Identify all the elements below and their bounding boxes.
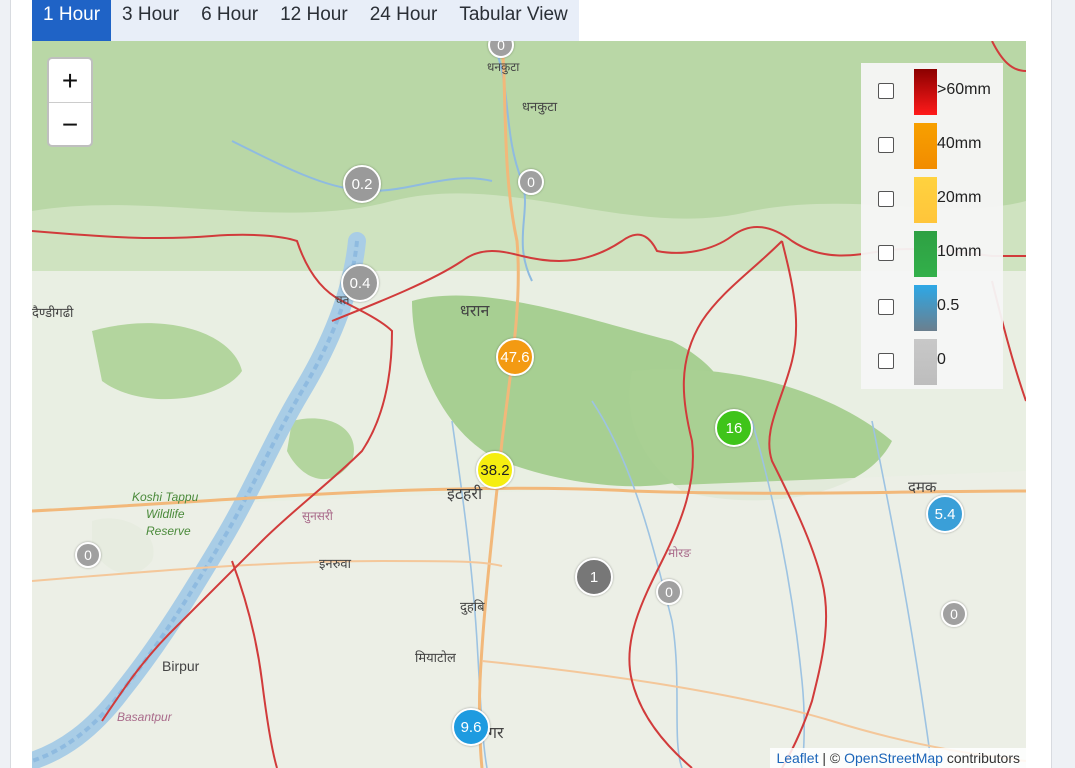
tab-12-hour[interactable]: 12 Hour: [269, 0, 359, 41]
legend-label: 20mm: [937, 189, 982, 206]
rainfall-map[interactable]: + − धनकुटा धनकुटा धरान इटहरी सुनसरी इनरु…: [32, 41, 1026, 768]
tab-tabular-view[interactable]: Tabular View: [448, 0, 578, 41]
rainfall-legend: >60mm 40mm 20mm 10mm 0.5 0: [861, 63, 1003, 389]
legend-row: 0.5: [861, 281, 1003, 335]
place-label-damak: दमक: [908, 479, 937, 496]
place-label-dharan: धरान: [460, 303, 490, 320]
legend-checkbox[interactable]: [878, 83, 894, 99]
legend-swatch: [914, 285, 937, 331]
tab-24-hour[interactable]: 24 Hour: [359, 0, 449, 41]
legend-swatch: [914, 339, 937, 385]
station-marker[interactable]: 0: [518, 169, 544, 195]
tab-1-hour[interactable]: 1 Hour: [32, 0, 112, 41]
station-marker[interactable]: 0: [75, 542, 101, 568]
place-label-itahari: इटहरी: [447, 486, 483, 503]
station-marker[interactable]: 0.2: [343, 165, 381, 203]
zoom-out-button[interactable]: −: [49, 103, 91, 146]
place-label-gaighat: दैण्डीगढी: [32, 305, 74, 320]
leaflet-link[interactable]: Leaflet: [776, 750, 818, 766]
place-label-miyatol: मियाटोल: [415, 650, 456, 665]
tab-3-hour[interactable]: 3 Hour: [111, 0, 190, 41]
legend-row: >60mm: [861, 65, 1003, 119]
station-marker[interactable]: 9.6: [452, 708, 490, 746]
legend-label: 0: [937, 351, 946, 368]
attribution-separator: | ©: [818, 750, 845, 766]
legend-swatch: [914, 177, 937, 223]
legend-swatch: [914, 123, 937, 169]
legend-label: 10mm: [937, 243, 982, 260]
attribution-tail: contributors: [942, 750, 1020, 766]
legend-checkbox[interactable]: [878, 353, 894, 369]
place-label-gar: गर: [488, 725, 504, 742]
station-marker[interactable]: 0: [941, 601, 967, 627]
place-label-birpur: Birpur: [162, 658, 200, 674]
place-label-inaruwa: इनरुवा: [319, 556, 351, 571]
legend-checkbox[interactable]: [878, 299, 894, 315]
zoom-control: + −: [47, 57, 93, 147]
legend-label: 0.5: [937, 297, 960, 314]
legend-row: 20mm: [861, 173, 1003, 227]
place-label-morang: मोरङ: [668, 546, 691, 560]
legend-row: 40mm: [861, 119, 1003, 173]
station-marker[interactable]: 5.4: [926, 495, 964, 533]
map-attribution: Leaflet | © OpenStreetMap contributors: [770, 748, 1026, 768]
station-marker[interactable]: 16: [715, 409, 753, 447]
legend-swatch: [914, 69, 937, 115]
legend-row: 0: [861, 335, 1003, 389]
station-marker[interactable]: 1: [575, 558, 613, 596]
legend-checkbox[interactable]: [878, 245, 894, 261]
station-marker[interactable]: 47.6: [496, 338, 534, 376]
time-range-tabs: 1 Hour 3 Hour 6 Hour 12 Hour 24 Hour Tab…: [32, 0, 579, 41]
place-label-duhabi: दुहबि: [460, 599, 485, 614]
legend-label: >60mm: [937, 81, 991, 98]
legend-label: 40mm: [937, 135, 982, 152]
place-label-reserve: Reserve: [146, 524, 191, 538]
tab-6-hour[interactable]: 6 Hour: [190, 0, 269, 41]
station-marker[interactable]: 0: [656, 579, 682, 605]
place-label-sunsari: सुनसरी: [302, 509, 333, 523]
legend-swatch: [914, 231, 937, 277]
station-marker[interactable]: 0.4: [341, 264, 379, 302]
legend-checkbox[interactable]: [878, 137, 894, 153]
place-label-dhankuta: धनकुटा: [522, 99, 558, 114]
place-label-dhankuta-top: धनकुटा: [487, 60, 520, 74]
place-label-wildlife: Wildlife: [146, 507, 185, 521]
station-marker[interactable]: 38.2: [476, 451, 514, 489]
place-label-basantpur: Basantpur: [117, 710, 172, 724]
place-label-koshi-tappu: Koshi Tappu: [132, 490, 199, 504]
legend-row: 10mm: [861, 227, 1003, 281]
zoom-in-button[interactable]: +: [49, 59, 91, 103]
legend-checkbox[interactable]: [878, 191, 894, 207]
openstreetmap-link[interactable]: OpenStreetMap: [844, 750, 943, 766]
